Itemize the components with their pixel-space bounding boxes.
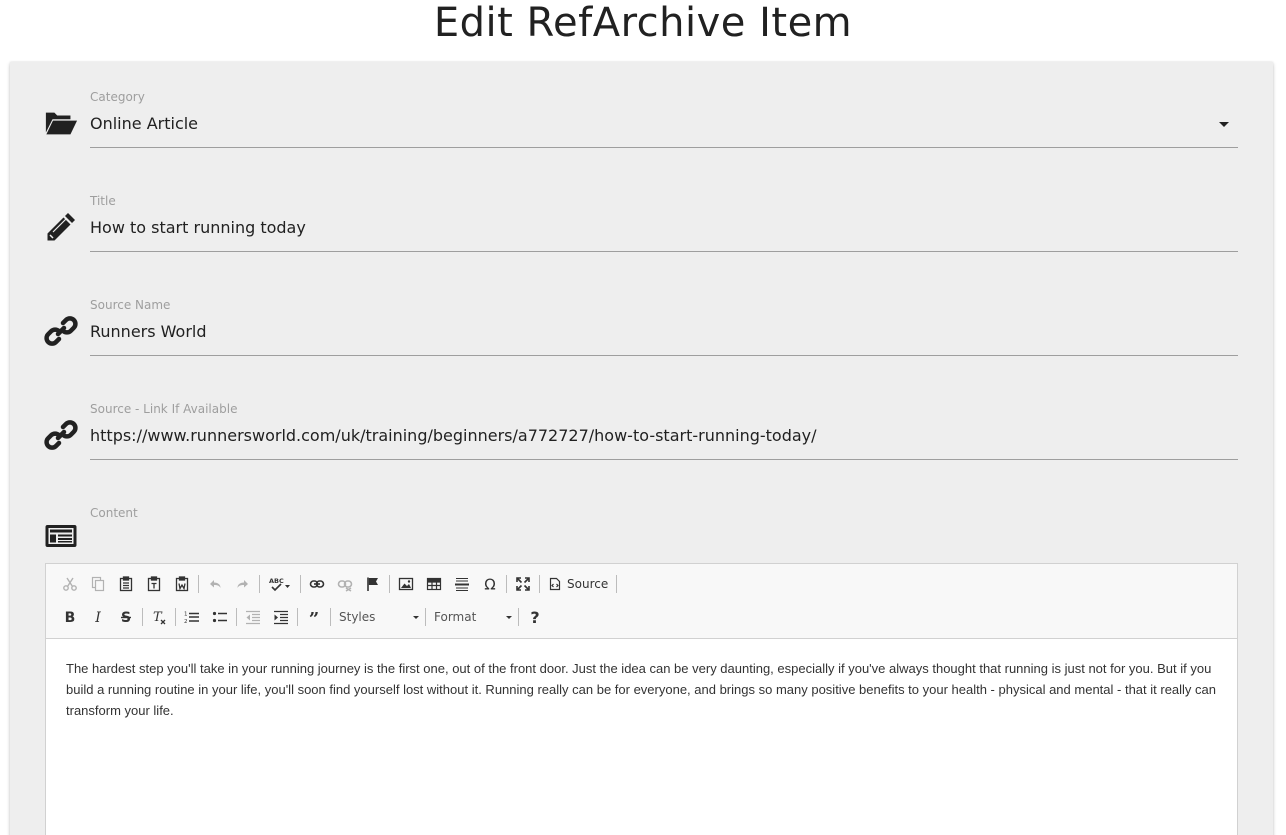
italic-icon[interactable]: I [84, 604, 112, 630]
special-character-icon[interactable]: Ω [476, 571, 504, 597]
table-icon[interactable] [420, 571, 448, 597]
newspaper-icon [44, 523, 78, 549]
svg-text:”: ” [309, 609, 319, 625]
styles-dropdown[interactable]: Styles [333, 604, 423, 630]
help-button[interactable]: ? [521, 604, 549, 630]
toolbar-separator [425, 608, 426, 626]
edit-form-card: Category Online Article Title How to sta… [10, 62, 1273, 835]
remove-format-icon[interactable]: T [145, 604, 173, 630]
link-icon [44, 418, 78, 452]
unlink-icon[interactable] [331, 571, 359, 597]
toolbar-separator [539, 575, 540, 593]
toolbar-row-2: B I S T 12 ” Styles Format ? [56, 604, 549, 630]
copy-icon[interactable] [84, 571, 112, 597]
strikethrough-icon[interactable]: S [112, 604, 140, 630]
svg-text:1: 1 [184, 612, 188, 618]
source-link-label: Source - Link If Available [90, 402, 238, 416]
svg-text:I: I [94, 610, 101, 625]
toolbar-separator [142, 608, 143, 626]
numbered-list-icon[interactable]: 12 [178, 604, 206, 630]
toolbar-separator [300, 575, 301, 593]
toolbar-separator [259, 575, 260, 593]
blockquote-icon[interactable]: ” [300, 604, 328, 630]
category-select[interactable]: Online Article [90, 112, 1238, 136]
title-underline [90, 251, 1238, 252]
redo-icon[interactable] [229, 571, 257, 597]
toolbar-separator [506, 575, 507, 593]
maximize-icon[interactable] [509, 571, 537, 597]
source-name-label: Source Name [90, 298, 171, 312]
source-link-underline [90, 459, 1238, 460]
toolbar-separator [330, 608, 331, 626]
indent-icon[interactable] [267, 604, 295, 630]
folder-open-icon [44, 106, 78, 140]
image-icon[interactable] [392, 571, 420, 597]
category-underline [90, 147, 1238, 148]
source-name-underline [90, 355, 1238, 356]
svg-text:Ω: Ω [484, 576, 495, 592]
source-code-icon [549, 577, 561, 591]
svg-text:ABC: ABC [269, 577, 284, 585]
category-label: Category [90, 90, 145, 104]
source-name-input[interactable]: Runners World [90, 320, 1238, 344]
format-dropdown[interactable]: Format [428, 604, 516, 630]
chevron-down-icon [506, 615, 512, 619]
toolbar-separator [175, 608, 176, 626]
source-link-input[interactable]: https://www.runnersworld.com/uk/training… [90, 424, 1238, 448]
svg-text:2: 2 [184, 619, 188, 625]
undo-icon[interactable] [201, 571, 229, 597]
svg-text:B: B [65, 610, 76, 625]
link-icon [44, 314, 78, 348]
source-button-label: Source [567, 577, 609, 591]
toolbar-separator [297, 608, 298, 626]
pencil-icon [44, 210, 78, 244]
bulleted-list-icon[interactable] [206, 604, 234, 630]
chevron-down-icon[interactable] [1219, 122, 1229, 127]
spellcheck-icon[interactable]: ABC [262, 571, 298, 597]
styles-dropdown-label: Styles [339, 610, 376, 624]
title-label: Title [90, 194, 116, 208]
editor-toolbar: ABC Ω Source B I S T 1 2 ” Styles Format… [46, 564, 1237, 639]
source-button[interactable]: Source [542, 571, 614, 597]
outdent-icon[interactable] [239, 604, 267, 630]
insert-link-icon[interactable] [303, 571, 331, 597]
page-title: Edit RefArchive Item [433, 0, 853, 46]
paste-text-icon[interactable] [140, 571, 168, 597]
toolbar-separator [616, 575, 618, 593]
paste-icon[interactable] [112, 571, 140, 597]
horizontal-line-icon[interactable] [448, 571, 476, 597]
format-dropdown-label: Format [434, 610, 477, 624]
paste-from-word-icon[interactable] [168, 571, 196, 597]
title-input[interactable]: How to start running today [90, 216, 1238, 240]
anchor-flag-icon[interactable] [359, 571, 387, 597]
toolbar-separator [389, 575, 390, 593]
toolbar-separator [236, 608, 237, 626]
bold-icon[interactable]: B [56, 604, 84, 630]
toolbar-separator [198, 575, 199, 593]
toolbar-separator [518, 608, 519, 626]
content-label: Content [90, 506, 138, 520]
toolbar-row-1: ABC Ω Source [56, 571, 619, 597]
chevron-down-icon [413, 615, 419, 619]
editor-content-area[interactable]: The hardest step you'll take in your run… [66, 658, 1221, 721]
cut-icon[interactable] [56, 571, 84, 597]
rich-text-editor: ABC Ω Source B I S T 1 2 ” Styles Format… [45, 563, 1238, 835]
